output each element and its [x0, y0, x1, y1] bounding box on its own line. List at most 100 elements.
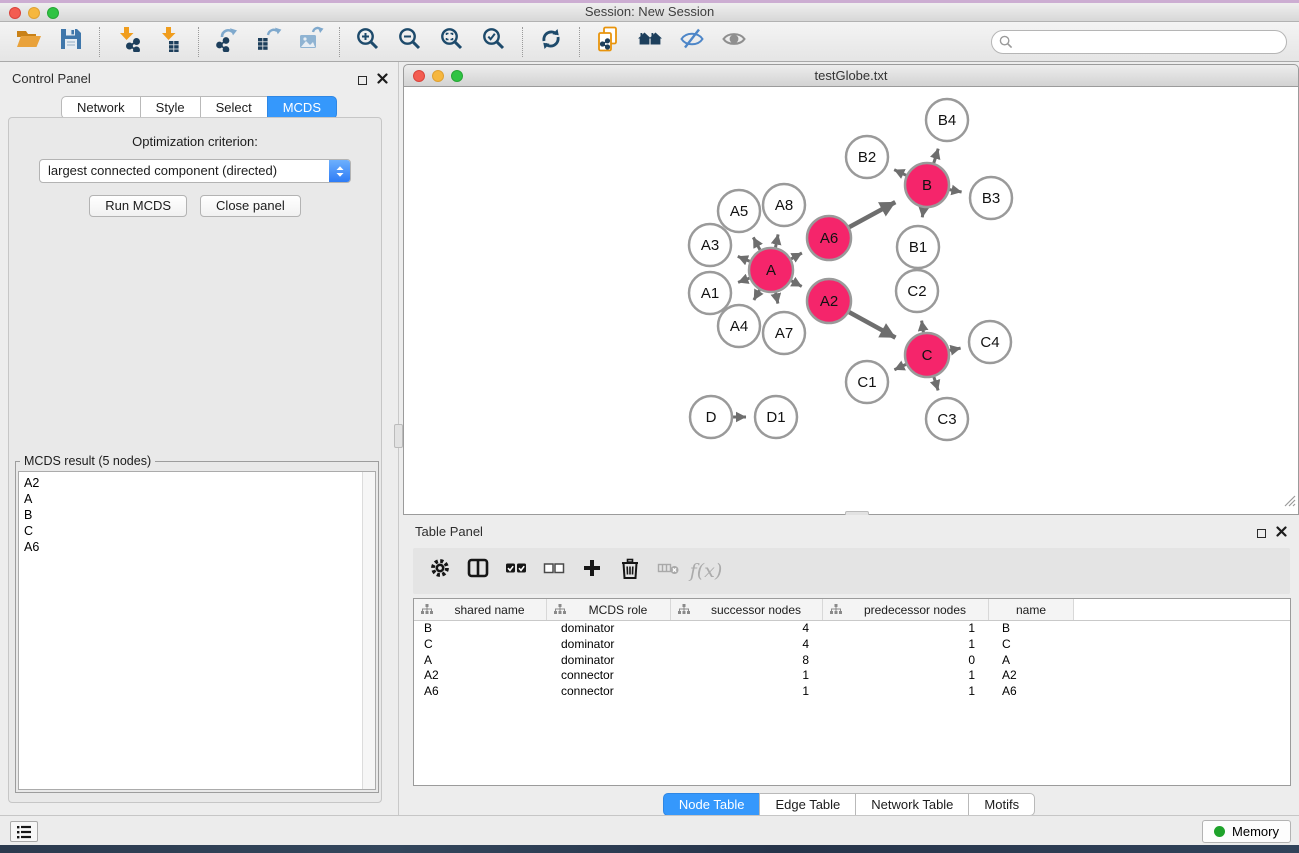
table-row-a6[interactable]: A6connector11A6 — [414, 684, 1290, 700]
node-a5[interactable]: A5 — [718, 190, 760, 232]
table-row-a2[interactable]: A2connector11A2 — [414, 668, 1290, 684]
run-mcds-button[interactable]: Run MCDS — [89, 195, 187, 217]
deselect-all-button[interactable] — [535, 553, 573, 589]
tab-node-table[interactable]: Node Table — [663, 793, 761, 816]
minimize-window-button[interactable] — [28, 7, 40, 19]
open-session-button[interactable] — [8, 25, 50, 59]
close-panel-icon[interactable] — [377, 71, 388, 89]
edge-A-A3[interactable] — [738, 256, 750, 261]
node-d1[interactable]: D1 — [755, 396, 797, 438]
node-b1[interactable]: B1 — [897, 226, 939, 268]
export-table-button[interactable] — [248, 25, 290, 59]
tab-select[interactable]: Select — [200, 96, 268, 119]
close-panel-button[interactable]: Close panel — [200, 195, 301, 217]
node-a7[interactable]: A7 — [763, 312, 805, 354]
table-row-b[interactable]: Bdominator41B — [414, 621, 1290, 637]
tab-network[interactable]: Network — [61, 96, 141, 119]
node-a3[interactable]: A3 — [689, 224, 731, 266]
float-panel-icon[interactable] — [358, 76, 367, 85]
tab-motifs[interactable]: Motifs — [968, 793, 1035, 816]
column-header-mcds-role[interactable]: MCDS role — [547, 599, 671, 620]
network-zoom-button[interactable] — [451, 70, 463, 82]
column-header-successor-nodes[interactable]: successor nodes — [671, 599, 823, 620]
cell-mcds-role[interactable]: dominator — [547, 637, 671, 653]
edge-A2-C[interactable] — [849, 312, 895, 338]
edge-C-C4[interactable] — [950, 348, 961, 350]
node-a4[interactable]: A4 — [718, 305, 760, 347]
panel-divider-handle[interactable] — [394, 424, 403, 448]
table-close-icon[interactable] — [1276, 524, 1287, 542]
node-c3[interactable]: C3 — [926, 398, 968, 440]
cell-successor-nodes[interactable]: 1 — [671, 684, 823, 700]
network-window-titlebar[interactable]: testGlobe.txt — [403, 64, 1299, 87]
column-header-shared-name[interactable]: shared name — [414, 599, 547, 620]
node-b[interactable]: B — [905, 163, 949, 207]
network-minimize-button[interactable] — [432, 70, 444, 82]
node-a2[interactable]: A2 — [807, 279, 851, 323]
show-network-button[interactable] — [713, 25, 755, 59]
edge-B-B4[interactable] — [934, 149, 938, 163]
edge-A-A1[interactable] — [738, 278, 749, 282]
edge-B-B2[interactable] — [894, 170, 906, 176]
edge-A-A7[interactable] — [776, 293, 778, 304]
cell-shared-name[interactable]: A6 — [414, 684, 547, 700]
cell-mcds-role[interactable]: connector — [547, 668, 671, 684]
result-item-a6[interactable]: A6 — [19, 539, 375, 555]
node-b3[interactable]: B3 — [970, 177, 1012, 219]
edge-B-B1[interactable] — [922, 208, 923, 218]
edge-A-A5[interactable] — [753, 237, 760, 249]
delete-button[interactable] — [611, 553, 649, 589]
task-history-button[interactable] — [10, 821, 38, 842]
edge-A-A8[interactable] — [776, 234, 779, 247]
edge-C-C3[interactable] — [934, 377, 938, 390]
cell-successor-nodes[interactable]: 4 — [671, 637, 823, 653]
table-row-a[interactable]: Adominator80A — [414, 653, 1290, 669]
select-all-button[interactable] — [497, 553, 535, 589]
zoom-in-button[interactable] — [347, 25, 389, 59]
cell-shared-name[interactable]: A2 — [414, 668, 547, 684]
edge-A-A6[interactable] — [791, 253, 802, 259]
node-b2[interactable]: B2 — [846, 136, 888, 178]
resize-grip-icon[interactable] — [1283, 494, 1296, 512]
tab-mcds[interactable]: MCDS — [267, 96, 337, 119]
edge-A-A2[interactable] — [791, 281, 801, 287]
result-item-c[interactable]: C — [19, 523, 375, 539]
cell-name[interactable]: B — [989, 621, 1074, 637]
cell-predecessor-nodes[interactable]: 0 — [823, 653, 989, 669]
network-canvas-area[interactable]: B4B2BB3A5A8A6B1A3AC2A1A2A4A7C4CC1C3DD1 — [403, 87, 1299, 515]
edge-C-C1[interactable] — [894, 364, 906, 369]
cell-shared-name[interactable]: A — [414, 653, 547, 669]
cell-name[interactable]: A2 — [989, 668, 1074, 684]
cell-shared-name[interactable]: C — [414, 637, 547, 653]
tab-edge-table[interactable]: Edge Table — [759, 793, 856, 816]
node-c1[interactable]: C1 — [846, 361, 888, 403]
cell-predecessor-nodes[interactable]: 1 — [823, 637, 989, 653]
refresh-view-button[interactable] — [530, 25, 572, 59]
save-session-button[interactable] — [50, 25, 92, 59]
node-d[interactable]: D — [690, 396, 732, 438]
node-b4[interactable]: B4 — [926, 99, 968, 141]
zoom-fit-button[interactable] — [431, 25, 473, 59]
memory-button[interactable]: Memory — [1202, 820, 1291, 843]
node-a1[interactable]: A1 — [689, 272, 731, 314]
result-item-a[interactable]: A — [19, 491, 375, 507]
edge-B-B3[interactable] — [950, 190, 962, 192]
export-image-button[interactable] — [290, 25, 332, 59]
result-item-a2[interactable]: A2 — [19, 475, 375, 491]
node-c4[interactable]: C4 — [969, 321, 1011, 363]
cell-shared-name[interactable]: B — [414, 621, 547, 637]
cell-predecessor-nodes[interactable]: 1 — [823, 684, 989, 700]
cell-name[interactable]: C — [989, 637, 1074, 653]
table-row-c[interactable]: Cdominator41C — [414, 637, 1290, 653]
edge-A6-B[interactable] — [849, 202, 895, 227]
search-input[interactable] — [991, 30, 1287, 54]
optimization-criterion-select[interactable]: largest connected component (directed) — [39, 159, 351, 183]
tab-network-table[interactable]: Network Table — [855, 793, 969, 816]
cell-mcds-role[interactable]: dominator — [547, 653, 671, 669]
node-c[interactable]: C — [905, 333, 949, 377]
column-header-name[interactable]: name — [989, 599, 1074, 620]
export-network-button[interactable] — [206, 25, 248, 59]
network-close-button[interactable] — [413, 70, 425, 82]
hide-network-button[interactable] — [671, 25, 713, 59]
tab-style[interactable]: Style — [140, 96, 201, 119]
